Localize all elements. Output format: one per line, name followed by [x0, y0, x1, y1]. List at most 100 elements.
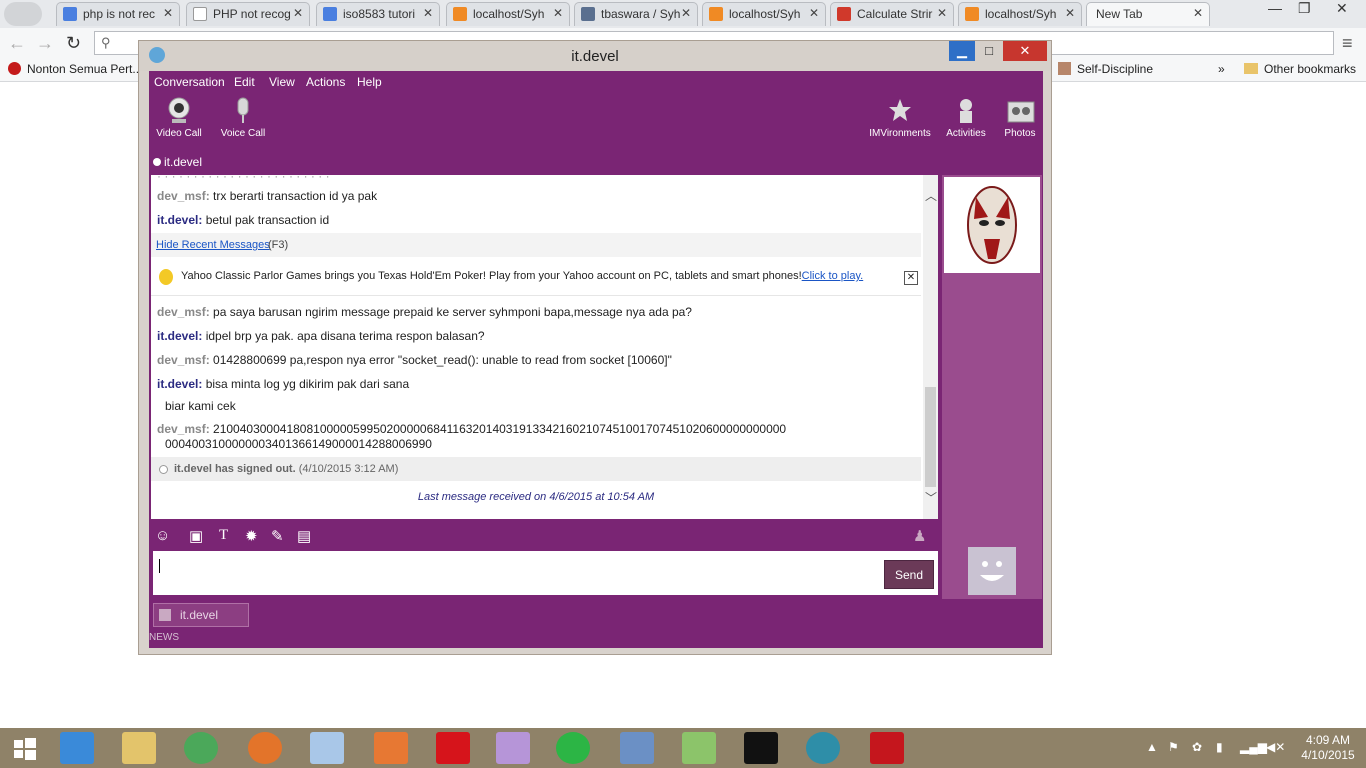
folder-icon — [1244, 63, 1258, 74]
click-to-play-link[interactable]: Click to play. — [802, 270, 864, 282]
xampp-icon[interactable] — [374, 732, 408, 764]
hollow-mask-avatar-icon — [967, 186, 1017, 264]
tab-label: tbaswara / Syh — [601, 7, 681, 21]
buddy-avatar[interactable] — [944, 177, 1040, 273]
imvironments-button[interactable]: IMVironments — [869, 97, 931, 139]
buzz-icon[interactable]: ✹ — [245, 527, 258, 545]
activities-button[interactable]: Activities — [937, 97, 995, 139]
browser-tab[interactable]: php is not rec ✕ — [56, 2, 180, 26]
back-icon[interactable]: ← — [8, 33, 26, 54]
restore-icon[interactable]: ❐ — [1298, 0, 1311, 17]
close-tab-icon[interactable]: ✕ — [937, 6, 947, 20]
page-icon — [193, 7, 207, 21]
close-banner-icon[interactable]: ✕ — [904, 271, 918, 285]
close-tab-icon[interactable]: ✕ — [809, 6, 819, 20]
conversation-tab[interactable]: it.devel — [153, 603, 249, 627]
message-input[interactable]: Send — [153, 551, 938, 595]
menu-conversation[interactable]: Conversation — [154, 75, 225, 89]
video-call-button[interactable]: Video Call — [149, 97, 209, 139]
network-tool-icon[interactable] — [620, 732, 654, 764]
volume-muted-icon[interactable]: ◀✕ — [1266, 740, 1285, 754]
close-tab-icon[interactable]: ✕ — [423, 6, 433, 20]
hide-recent-messages-link[interactable]: Hide Recent Messages — [156, 239, 270, 251]
forward-icon[interactable]: → — [36, 33, 54, 54]
yahoo-messenger-icon[interactable] — [496, 732, 530, 764]
menu-icon[interactable]: ≡ — [1342, 33, 1353, 54]
attach-icon[interactable]: ✎ — [271, 527, 284, 545]
my-avatar[interactable] — [968, 547, 1016, 595]
browser-tab[interactable]: localhost/Syh ✕ — [446, 2, 570, 26]
power-icon[interactable]: ▮ — [1216, 740, 1223, 754]
minimize-icon[interactable]: ▁ — [949, 41, 975, 61]
command-prompt-icon[interactable] — [744, 732, 778, 764]
conversation-tab-icon — [159, 609, 171, 621]
avatar-panel — [942, 175, 1042, 599]
line-icon[interactable] — [556, 732, 590, 764]
bookmarks-overflow-button[interactable]: » — [1218, 62, 1225, 76]
acrobat-icon[interactable] — [870, 732, 904, 764]
action-center-icon[interactable]: ⚑ — [1168, 740, 1179, 754]
show-hidden-icons-icon[interactable]: ▲ — [1146, 740, 1158, 754]
message-row: dev_msf: trx berarti transaction id ya p… — [157, 189, 377, 203]
emoticon-icon[interactable]: ☺ — [155, 527, 170, 544]
close-tab-icon[interactable]: ✕ — [1065, 6, 1075, 20]
bookmark-item[interactable]: Self-Discipline — [1058, 62, 1153, 76]
bookmark-folder[interactable]: Other bookmarks — [1244, 62, 1356, 76]
photos-button[interactable]: Photos — [991, 97, 1049, 139]
text-format-icon[interactable]: T — [219, 527, 228, 544]
promo-message: Yahoo Classic Parlor Games brings you Te… — [181, 270, 802, 282]
news-label[interactable]: NEWS — [149, 632, 179, 643]
close-tab-icon[interactable]: ✕ — [163, 6, 173, 20]
network-icon[interactable]: ▂▄▆ — [1240, 740, 1267, 754]
chat-history[interactable]: · · · · · · · · · · · · · · · · · · · · … — [151, 175, 938, 519]
presence-status[interactable]: it.devel — [153, 155, 202, 169]
browser-tab[interactable]: PHP not recog ✕ — [186, 2, 310, 26]
close-icon[interactable]: ✕ — [1336, 0, 1348, 17]
chrome-icon[interactable] — [184, 732, 218, 764]
scroll-thumb[interactable] — [925, 387, 936, 487]
reload-icon[interactable]: ↻ — [66, 33, 81, 54]
send-button[interactable]: Send — [884, 560, 934, 589]
browser-tab[interactable]: localhost/Syh ✕ — [958, 2, 1082, 26]
firefox-icon[interactable] — [248, 732, 282, 764]
notepad-plus-icon[interactable] — [682, 732, 716, 764]
internet-explorer-icon[interactable] — [60, 732, 94, 764]
bookmark-label: Self-Discipline — [1077, 62, 1154, 76]
app-icon[interactable] — [806, 732, 840, 764]
sync-icon[interactable]: ✿ — [1192, 740, 1202, 754]
voice-call-button[interactable]: Voice Call — [213, 97, 273, 139]
chat-scrollbar[interactable]: ︿ ﹀ — [923, 175, 938, 519]
browser-tab[interactable]: tbaswara / Syh ✕ — [574, 2, 698, 26]
start-button[interactable] — [4, 732, 44, 764]
close-icon[interactable]: ✕ — [1003, 41, 1047, 61]
scroll-up-icon[interactable]: ︿ — [925, 187, 937, 204]
menu-actions[interactable]: Actions — [306, 75, 345, 89]
close-tab-icon[interactable]: ✕ — [681, 6, 691, 20]
menu-view[interactable]: View — [269, 75, 295, 89]
browser-tab[interactable]: Calculate Strir ✕ — [830, 2, 954, 26]
close-tab-icon[interactable]: ✕ — [553, 6, 563, 20]
minimize-icon[interactable]: — — [1268, 0, 1282, 16]
scroll-down-icon[interactable]: ﹀ — [925, 489, 937, 506]
bookmark-item[interactable]: Nonton Semua Pert... — [8, 62, 142, 76]
menu-help[interactable]: Help — [357, 75, 382, 89]
presence-name: it.devel — [164, 155, 203, 169]
chrome-user-icon[interactable] — [4, 2, 42, 26]
message-sender: dev_msf: — [157, 305, 210, 319]
share-photos-icon[interactable]: ▤ — [297, 527, 311, 545]
audible-icon[interactable]: ▣ — [189, 527, 203, 545]
contact-info-icon[interactable]: ♟ — [913, 527, 926, 545]
file-explorer-icon[interactable] — [122, 732, 156, 764]
virtualbox-icon[interactable] — [310, 732, 344, 764]
browser-tab[interactable]: localhost/Syh ✕ — [702, 2, 826, 26]
menu-edit[interactable]: Edit — [234, 75, 255, 89]
imvironments-label: IMVironments — [869, 128, 931, 139]
system-clock[interactable]: 4:09 AM 4/10/2015 — [1297, 733, 1359, 763]
close-tab-icon[interactable]: ✕ — [1193, 6, 1203, 20]
maximize-icon[interactable]: □ — [977, 41, 1001, 61]
browser-tab[interactable]: iso8583 tutori ✕ — [316, 2, 440, 26]
bitdefender-icon[interactable] — [436, 732, 470, 764]
browser-tab-active[interactable]: New Tab ✕ — [1086, 2, 1210, 26]
lightbulb-icon — [159, 269, 173, 285]
close-tab-icon[interactable]: ✕ — [293, 6, 303, 20]
